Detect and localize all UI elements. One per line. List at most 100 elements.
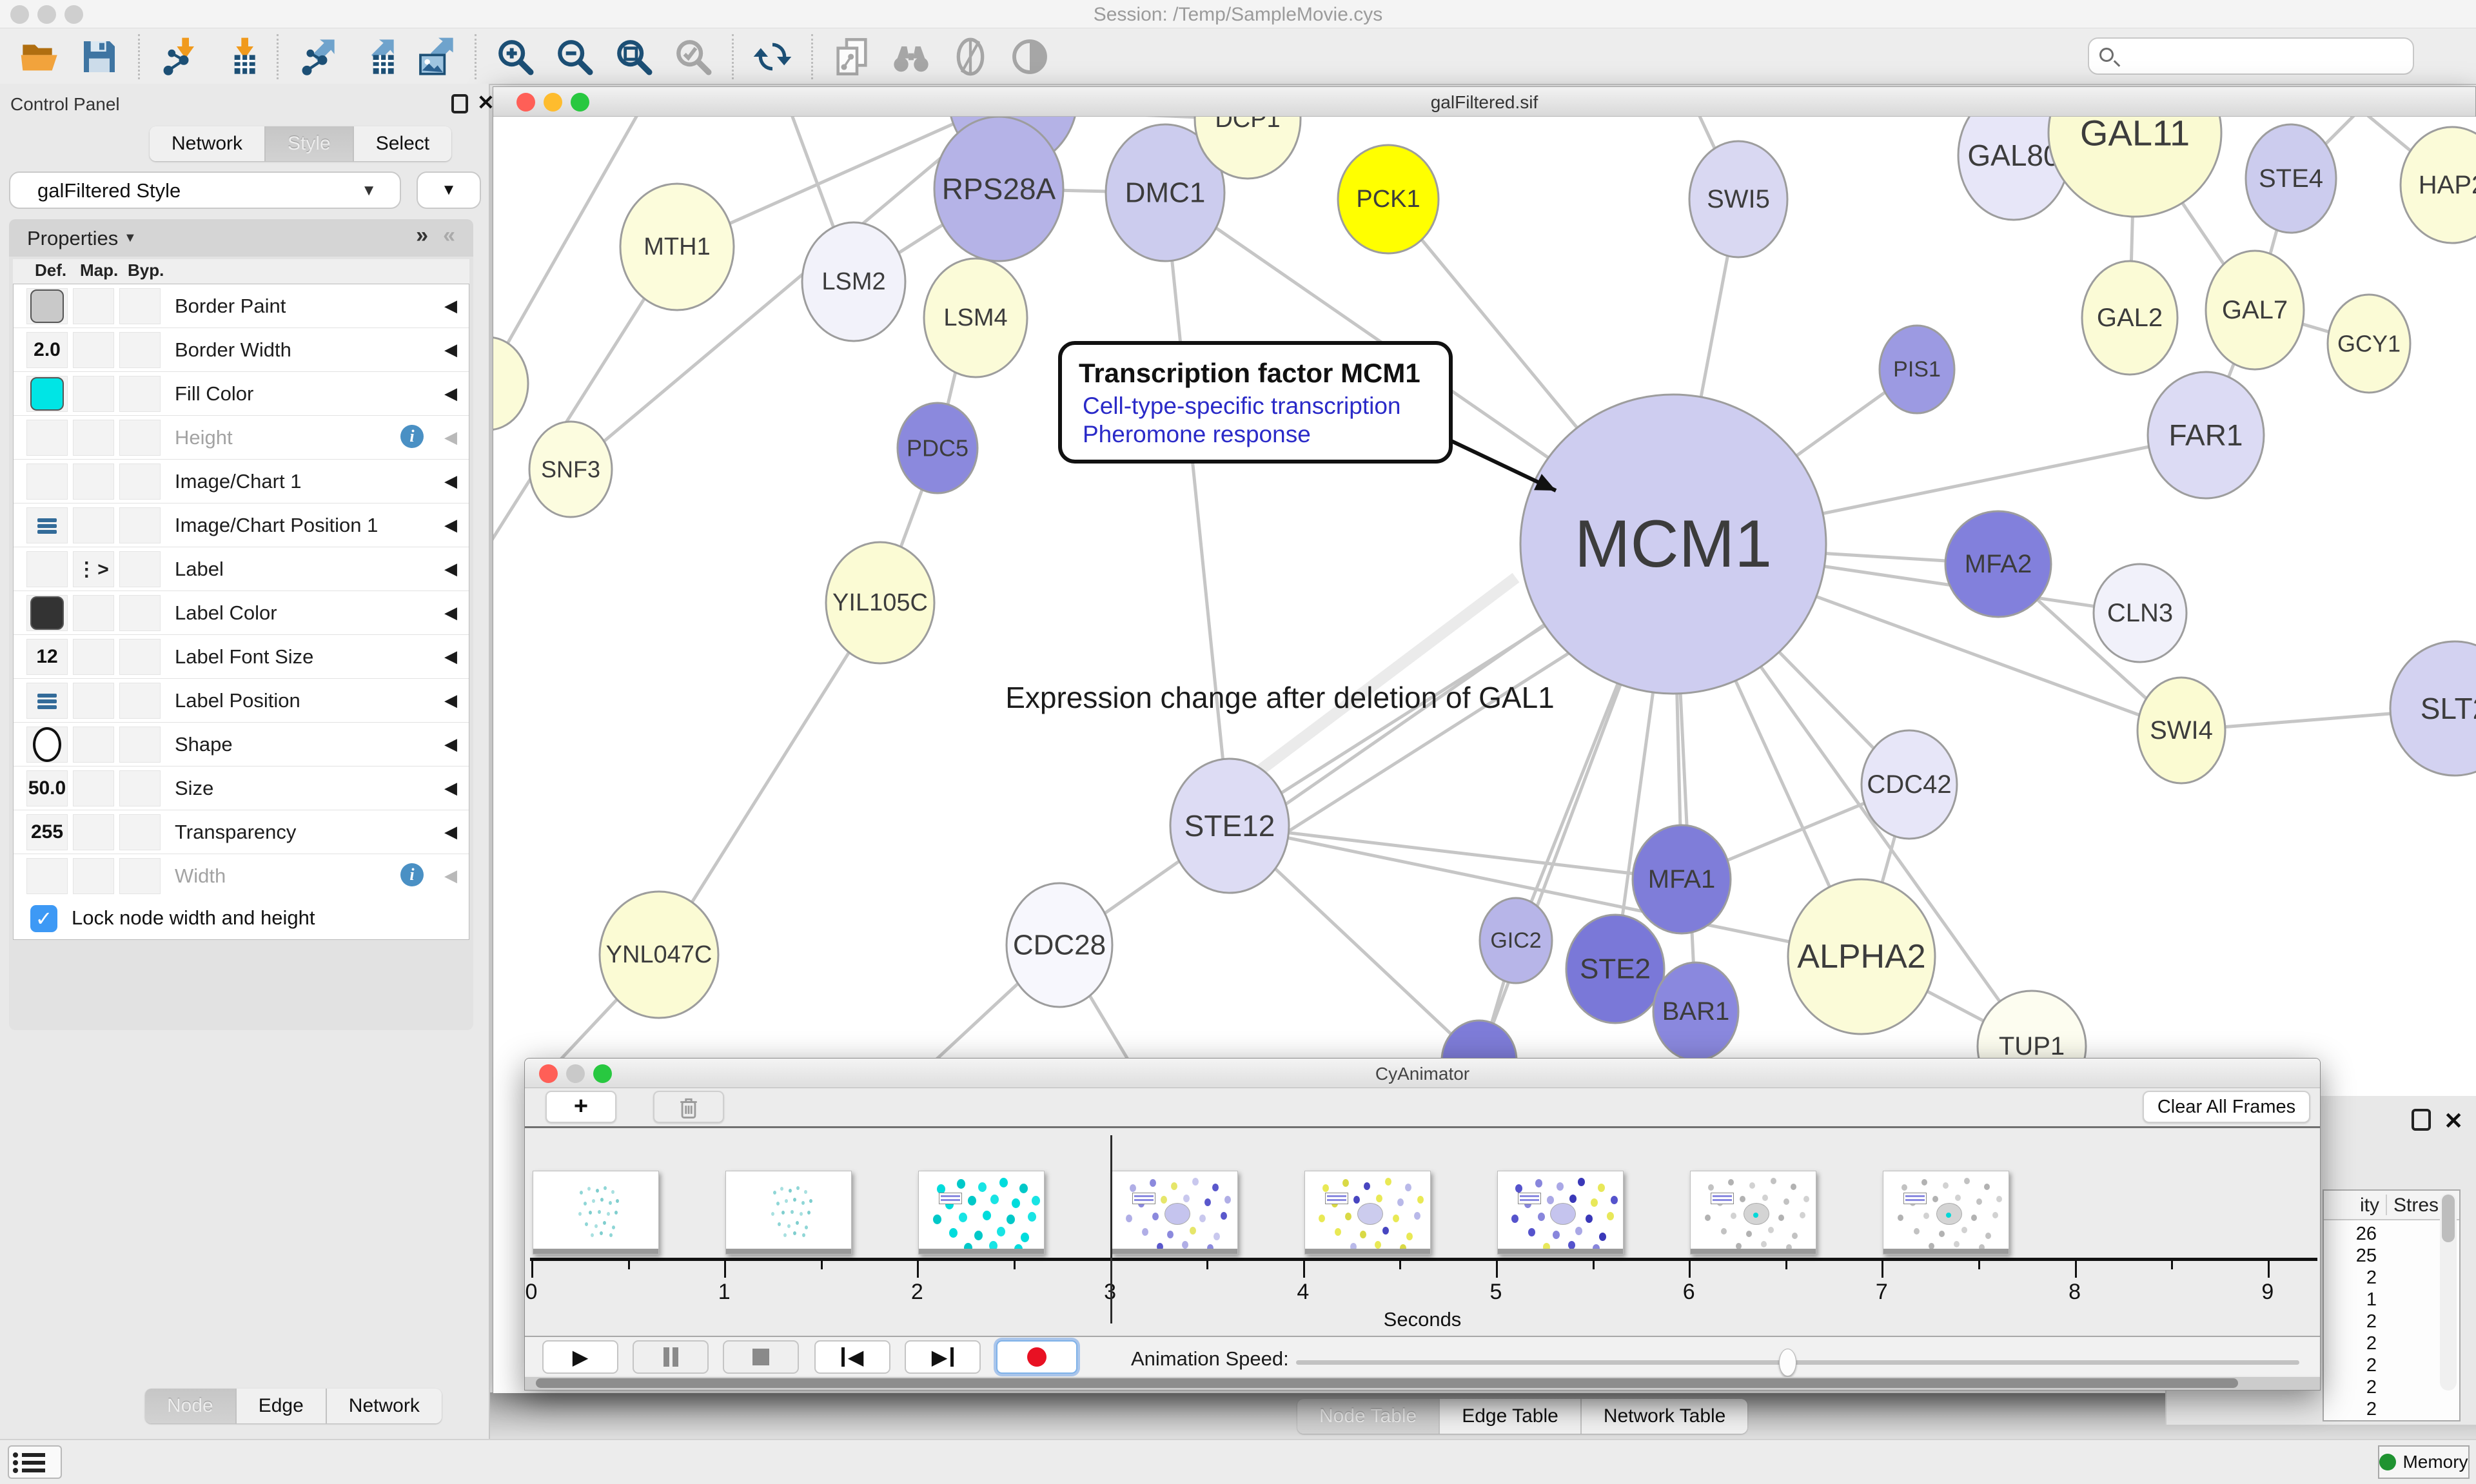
property-def-cell[interactable] bbox=[26, 858, 68, 894]
info-icon[interactable]: i bbox=[400, 863, 424, 886]
property-byp-cell[interactable] bbox=[119, 595, 161, 631]
zoom-in-button[interactable] bbox=[495, 36, 536, 77]
export-image-button[interactable] bbox=[415, 36, 457, 77]
expand-row-icon[interactable]: ◀ bbox=[444, 340, 457, 360]
expand-row-icon[interactable]: ◀ bbox=[444, 603, 457, 623]
stop-button[interactable] bbox=[723, 1340, 799, 1374]
property-map-cell[interactable] bbox=[73, 288, 114, 324]
close-panel-icon[interactable]: ✕ bbox=[477, 90, 495, 115]
search-input[interactable] bbox=[2125, 41, 2402, 70]
property-map-cell[interactable] bbox=[73, 464, 114, 500]
panel-list-button[interactable] bbox=[8, 1445, 62, 1479]
network-node-yil105c[interactable]: YIL105C bbox=[826, 542, 934, 663]
collapse-all-icon[interactable]: « bbox=[443, 223, 455, 248]
network-node-hap2[interactable]: HAP2 bbox=[2401, 127, 2476, 243]
property-map-cell[interactable] bbox=[73, 420, 114, 456]
expand-row-icon[interactable]: ◀ bbox=[444, 471, 457, 491]
network-node-leftn[interactable] bbox=[493, 337, 528, 430]
network-node-mth1[interactable]: MTH1 bbox=[620, 184, 734, 310]
annotation-link[interactable]: Cell-type-specific transcription bbox=[1083, 393, 1449, 420]
expand-row-icon[interactable]: ◀ bbox=[444, 515, 457, 535]
property-def-cell[interactable] bbox=[26, 288, 68, 324]
expand-row-icon[interactable]: ◀ bbox=[444, 778, 457, 798]
network-node-pis1[interactable]: PIS1 bbox=[1880, 326, 1954, 413]
property-row-width[interactable]: Widthi◀ bbox=[14, 854, 469, 898]
annotation-box[interactable]: Transcription factor MCM1 Cell-type-spec… bbox=[1058, 341, 1453, 464]
tab-select[interactable]: Select bbox=[354, 126, 451, 161]
expand-row-icon[interactable]: ◀ bbox=[444, 690, 457, 710]
float-panel-icon[interactable] bbox=[451, 94, 468, 113]
expand-row-icon[interactable]: ◀ bbox=[444, 384, 457, 404]
frame-thumbnail-6[interactable] bbox=[1690, 1171, 1816, 1255]
table-cell[interactable]: 2 bbox=[2324, 1354, 2377, 1376]
property-def-cell[interactable] bbox=[26, 727, 68, 763]
network-node-gal11[interactable]: GAL11 bbox=[2049, 117, 2221, 217]
property-row-height[interactable]: Heighti◀ bbox=[14, 416, 469, 460]
property-byp-cell[interactable] bbox=[119, 420, 161, 456]
playhead[interactable] bbox=[1110, 1135, 1112, 1323]
float-panel-icon[interactable] bbox=[2412, 1109, 2431, 1131]
table-cell[interactable]: 2 bbox=[2324, 1376, 2377, 1398]
table-cell[interactable]: 1 bbox=[2324, 1289, 2377, 1311]
property-def-cell[interactable] bbox=[26, 420, 68, 456]
network-node-cln3[interactable]: CLN3 bbox=[2094, 564, 2186, 662]
network-node-gal7[interactable]: GAL7 bbox=[2206, 251, 2304, 369]
add-frame-button[interactable]: + bbox=[545, 1091, 616, 1123]
frame-thumbnail-0[interactable] bbox=[533, 1171, 659, 1255]
network-node-cdc42[interactable]: CDC42 bbox=[1862, 730, 1957, 839]
tab-node[interactable]: Node bbox=[145, 1389, 237, 1423]
frame-thumbnail-3[interactable] bbox=[1112, 1171, 1238, 1255]
property-row-border-width[interactable]: 2.0Border Width◀ bbox=[14, 328, 469, 372]
frame-thumbnail-1[interactable] bbox=[725, 1171, 852, 1255]
expand-row-icon[interactable]: ◀ bbox=[444, 559, 457, 579]
property-def-cell[interactable] bbox=[26, 551, 68, 587]
property-byp-cell[interactable] bbox=[119, 551, 161, 587]
property-byp-cell[interactable] bbox=[119, 376, 161, 412]
table-cell[interactable]: 2 bbox=[2324, 1267, 2377, 1289]
table-cell[interactable]: 25 bbox=[2324, 1245, 2377, 1267]
style-options-button[interactable]: ▼ bbox=[417, 171, 481, 209]
expand-row-icon[interactable]: ◀ bbox=[444, 822, 457, 842]
property-byp-cell[interactable] bbox=[119, 727, 161, 763]
zoom-fit-button[interactable] bbox=[613, 36, 654, 77]
expand-row-icon[interactable]: ◀ bbox=[444, 866, 457, 886]
network-node-slt2[interactable]: SLT2 bbox=[2390, 641, 2476, 776]
network-node-alpha2[interactable]: ALPHA2 bbox=[1788, 879, 1935, 1034]
property-map-cell[interactable] bbox=[73, 332, 114, 368]
property-map-cell[interactable] bbox=[73, 858, 114, 894]
property-byp-cell[interactable] bbox=[119, 288, 161, 324]
network-node-ynl047c[interactable]: YNL047C bbox=[600, 892, 718, 1018]
table-cell[interactable]: 26 bbox=[2324, 1223, 2377, 1245]
network-node-gcy1[interactable]: GCY1 bbox=[2328, 295, 2410, 393]
property-byp-cell[interactable] bbox=[119, 770, 161, 806]
speed-slider[interactable] bbox=[1296, 1360, 2299, 1365]
network-node-pck1[interactable]: PCK1 bbox=[1338, 145, 1439, 253]
previous-frame-button[interactable]: ◀ bbox=[814, 1340, 890, 1374]
network-node-swi5[interactable]: SWI5 bbox=[1689, 141, 1787, 257]
property-def-cell[interactable] bbox=[26, 464, 68, 500]
network-node-rps28a[interactable]: RPS28A bbox=[934, 117, 1063, 261]
property-byp-cell[interactable] bbox=[119, 858, 161, 894]
property-row-fill-color[interactable]: Fill Color◀ bbox=[14, 372, 469, 416]
property-row-image-chart-1[interactable]: Image/Chart 1◀ bbox=[14, 460, 469, 503]
import-network-button[interactable] bbox=[158, 36, 199, 77]
property-row-label[interactable]: ⋮>Label◀ bbox=[14, 547, 469, 591]
expand-row-icon[interactable]: ◀ bbox=[444, 647, 457, 667]
expand-row-icon[interactable]: ◀ bbox=[444, 734, 457, 754]
table-cell[interactable]: 2 bbox=[2324, 1333, 2377, 1354]
network-node-mfa1[interactable]: MFA1 bbox=[1633, 825, 1731, 933]
open-file-button[interactable] bbox=[19, 36, 61, 77]
tab-edge[interactable]: Edge bbox=[237, 1389, 327, 1423]
property-byp-cell[interactable] bbox=[119, 814, 161, 850]
property-map-cell[interactable] bbox=[73, 770, 114, 806]
network-node-gic2[interactable]: GIC2 bbox=[1480, 898, 1552, 983]
frame-thumbnail-2[interactable] bbox=[918, 1171, 1045, 1255]
frame-thumbnail-5[interactable] bbox=[1497, 1171, 1624, 1255]
network-node-ste2[interactable]: STE2 bbox=[1566, 915, 1664, 1023]
table-scrollbar[interactable] bbox=[2440, 1193, 2457, 1391]
network-edge[interactable] bbox=[1165, 193, 1230, 826]
record-button[interactable] bbox=[996, 1340, 1077, 1374]
tab-network[interactable]: Network bbox=[150, 126, 266, 161]
tab-edge-table[interactable]: Edge Table bbox=[1440, 1399, 1582, 1434]
property-def-cell[interactable]: 255 bbox=[26, 814, 68, 850]
